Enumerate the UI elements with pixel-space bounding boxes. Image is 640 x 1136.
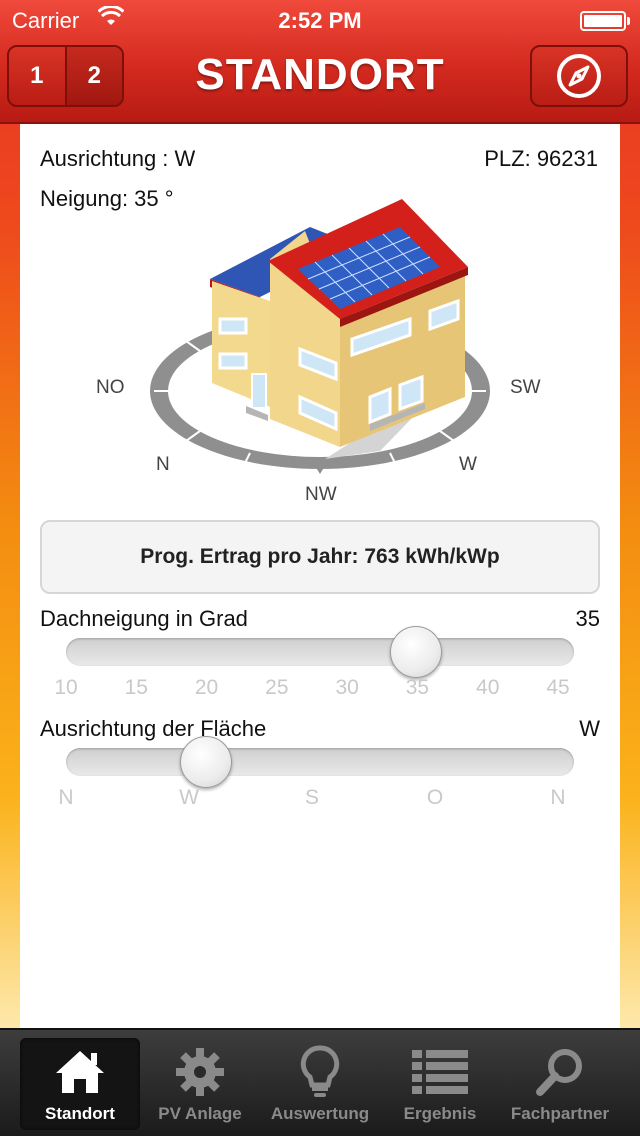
lightbulb-icon	[300, 1045, 340, 1097]
tab-ergebnis[interactable]: Ergebnis	[380, 1038, 500, 1130]
list-icon	[412, 1050, 468, 1094]
tab-pv-anlage[interactable]: PV Anlage	[140, 1038, 260, 1130]
tilt-slider-thumb[interactable]	[389, 626, 442, 678]
battery-icon	[580, 11, 626, 31]
slider-tick: 25	[265, 676, 289, 699]
house-illustration	[150, 199, 490, 474]
tilt-slider-value: 35	[575, 606, 600, 631]
slider-tick: 30	[335, 676, 359, 699]
slider-tick: W	[179, 786, 199, 809]
tab-label: Ergebnis	[403, 1104, 477, 1123]
tilt-slider-label: Dachneigung in Grad	[40, 606, 248, 631]
segment-2-button[interactable]: 2	[66, 47, 122, 105]
slider-tick: N	[58, 786, 74, 809]
content-panel: Ausrichtung : W PLZ: 96231 Neigung: 35 °	[20, 124, 620, 1028]
slider-tick: 20	[194, 676, 219, 699]
clock: 2:52 PM	[278, 8, 362, 33]
tab-fachpartner[interactable]: Fachpartner	[500, 1038, 620, 1130]
orientation-slider-thumb[interactable]	[180, 736, 232, 788]
slider-tick: 15	[124, 676, 148, 699]
slider-tick: 45	[546, 676, 570, 699]
orientation-slider-track[interactable]	[66, 748, 574, 776]
slider-tick: O	[426, 786, 444, 809]
slider-tick: 10	[54, 676, 78, 699]
status-bar: Carrier 2:52 PM	[0, 0, 640, 40]
orientation-slider-label: Ausrichtung der Fläche	[40, 716, 267, 741]
tab-label: Auswertung	[270, 1104, 370, 1123]
compass-label-nw: NW	[305, 484, 337, 505]
battery-tip	[627, 17, 630, 25]
tab-label: Standort	[45, 1104, 115, 1123]
slider-tick: N	[550, 786, 566, 809]
gear-icon	[176, 1048, 224, 1096]
compass-label-sw: SW	[510, 377, 541, 398]
orientation-slider-value: W	[579, 716, 600, 741]
slider-tick: 35	[405, 676, 430, 699]
search-icon	[536, 1049, 582, 1096]
tilt-slider-track[interactable]	[66, 638, 574, 666]
tab-bar: Standort PV Anlage Auswertung Ergebnis F…	[0, 1028, 640, 1136]
postcode-label: PLZ: 96231	[484, 146, 598, 171]
tab-label: Fachpartner	[510, 1104, 610, 1123]
tab-label: PV Anlage	[158, 1104, 242, 1123]
compass-icon	[557, 54, 601, 98]
tab-standort[interactable]: Standort	[20, 1038, 140, 1130]
page-segment-control: 1 2	[7, 45, 124, 107]
nav-header: Carrier 2:52 PM 1 2 STANDORT	[0, 0, 640, 124]
slider-tick: S	[304, 786, 319, 809]
compass-label-n: N	[156, 454, 170, 475]
home-icon	[56, 1051, 104, 1093]
compass-label-w: W	[459, 454, 477, 475]
slider-tick: 40	[476, 676, 500, 699]
page-title: STANDORT	[195, 50, 445, 99]
compass-label-no: NO	[96, 377, 125, 398]
compass-button[interactable]	[530, 45, 628, 107]
tab-auswertung[interactable]: Auswertung	[260, 1038, 380, 1130]
yield-summary: Prog. Ertrag pro Jahr: 763 kWh/kWp	[40, 520, 600, 594]
segment-1-button[interactable]: 1	[9, 47, 67, 105]
